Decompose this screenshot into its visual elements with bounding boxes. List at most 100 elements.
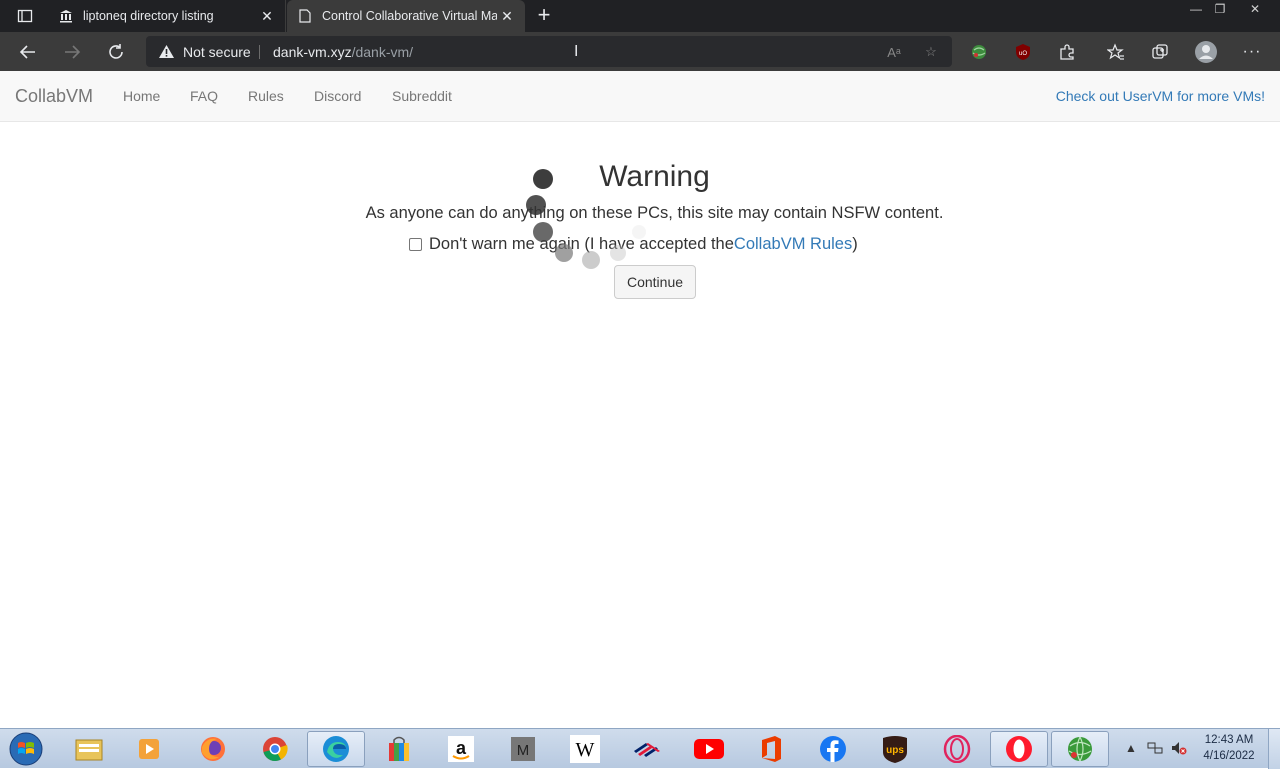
refresh-icon bbox=[109, 44, 123, 59]
tab-collabvm[interactable]: Control Collaborative Virtual Ma ✕ bbox=[287, 0, 525, 32]
web-page: CollabVM Home FAQ Rules Discord Subreddi… bbox=[0, 71, 1280, 728]
opera-gx-icon bbox=[943, 735, 971, 763]
nav-link-subreddit[interactable]: Subreddit bbox=[392, 71, 452, 121]
taskbar-youtube[interactable] bbox=[680, 731, 738, 767]
taskbar-wikipedia[interactable]: W bbox=[556, 731, 614, 767]
start-button[interactable] bbox=[4, 730, 48, 768]
forward-arrow-icon bbox=[65, 45, 81, 59]
restore-button[interactable]: ❐ bbox=[1208, 0, 1232, 18]
bank-of-america-icon bbox=[634, 743, 660, 757]
extensions-button[interactable] bbox=[1053, 38, 1081, 66]
tray-network-icon[interactable] bbox=[1146, 739, 1164, 757]
media-player-icon bbox=[139, 739, 159, 759]
security-indicator[interactable]: Not secure bbox=[158, 36, 251, 67]
taskbar-opera[interactable] bbox=[990, 731, 1048, 767]
tray-expand-arrow-icon[interactable]: ▲ bbox=[1122, 739, 1140, 757]
puzzle-icon bbox=[1060, 44, 1074, 60]
browser-toolbar: Not secure dank-vm.xyz/dank-vm/ I Aᵃ ☆ u… bbox=[0, 32, 1280, 71]
page-icon bbox=[297, 8, 313, 24]
nav-link-faq[interactable]: FAQ bbox=[190, 71, 218, 121]
tab-actions-button[interactable] bbox=[8, 5, 42, 27]
back-arrow-icon bbox=[19, 45, 35, 59]
taskbar-m-app[interactable]: M bbox=[494, 731, 552, 767]
firefox-icon bbox=[201, 737, 225, 761]
profile-button[interactable] bbox=[1192, 38, 1220, 66]
tab-close-icon[interactable]: ✕ bbox=[497, 6, 517, 26]
nav-link-rules[interactable]: Rules bbox=[248, 71, 284, 121]
url-path: /dank-vm/ bbox=[351, 43, 414, 60]
folder-icon bbox=[75, 739, 103, 761]
clock-date: 4/16/2022 bbox=[1203, 750, 1255, 762]
avatar-icon bbox=[1195, 41, 1217, 63]
ups-icon: ups bbox=[883, 736, 907, 763]
taskbar-bank-of-america[interactable] bbox=[618, 731, 676, 767]
back-button[interactable] bbox=[14, 38, 42, 66]
edge-icon bbox=[323, 736, 349, 762]
globe-extension-icon bbox=[972, 45, 986, 59]
close-window-button[interactable]: ✕ bbox=[1243, 0, 1267, 18]
svg-text:M: M bbox=[517, 742, 530, 759]
tab-actions-icon bbox=[17, 9, 33, 23]
dont-warn-checkbox[interactable] bbox=[409, 237, 422, 251]
clock-time: 12:43 AM bbox=[1204, 734, 1254, 746]
taskbar-edge[interactable] bbox=[307, 731, 365, 767]
wikipedia-icon: W bbox=[570, 735, 600, 763]
ublock-button[interactable]: uO bbox=[1009, 38, 1037, 66]
taskbar-opera-gx[interactable] bbox=[928, 731, 986, 767]
taskbar-chrome[interactable] bbox=[246, 731, 304, 767]
taskbar-explorer[interactable] bbox=[60, 731, 118, 767]
taskbar-facebook[interactable] bbox=[804, 731, 862, 767]
address-divider bbox=[259, 45, 260, 59]
svg-text:uO: uO bbox=[1019, 51, 1027, 57]
opera-icon bbox=[1006, 736, 1032, 762]
favorites-star-icon bbox=[1107, 43, 1124, 60]
address-bar[interactable]: Not secure dank-vm.xyz/dank-vm/ I Aᵃ ☆ bbox=[146, 36, 952, 67]
site-navbar: CollabVM Home FAQ Rules Discord Subreddi… bbox=[0, 71, 1280, 122]
settings-menu-button[interactable]: ··· bbox=[1238, 38, 1266, 66]
read-aloud-icon[interactable]: Aᵃ bbox=[884, 42, 904, 62]
minimize-button[interactable]: — bbox=[1184, 0, 1208, 18]
taskbar-clock[interactable]: 12:43 AM 4/16/2022 bbox=[1196, 732, 1262, 764]
taskbar-network-globe[interactable] bbox=[1051, 731, 1109, 767]
tab-directory-listing[interactable]: liptoneq directory listing ✕ bbox=[48, 0, 286, 32]
collections-button[interactable] bbox=[1146, 38, 1174, 66]
collabvm-rules-link[interactable]: CollabVM Rules bbox=[734, 235, 852, 254]
collections-icon bbox=[1152, 44, 1168, 59]
site-brand[interactable]: CollabVM bbox=[15, 71, 93, 121]
taskbar-office[interactable] bbox=[742, 731, 800, 767]
extension-globe-button[interactable] bbox=[965, 38, 993, 66]
url-text[interactable]: dank-vm.xyz/dank-vm/ bbox=[273, 36, 413, 67]
tab-title: liptoneq directory listing bbox=[83, 9, 214, 23]
tab-title: Control Collaborative Virtual Ma bbox=[322, 9, 497, 23]
checkbox-label-suffix: ) bbox=[852, 234, 858, 253]
more-dots-icon: ··· bbox=[1242, 43, 1262, 60]
forward-button[interactable] bbox=[58, 38, 86, 66]
youtube-icon bbox=[694, 739, 724, 759]
taskbar-amazon[interactable]: a bbox=[432, 731, 490, 767]
browser-window: liptoneq directory listing ✕ Control Col… bbox=[0, 0, 1280, 728]
shopping-bag-icon bbox=[389, 736, 409, 761]
svg-text:a: a bbox=[456, 738, 467, 758]
facebook-icon bbox=[820, 736, 846, 762]
tab-close-icon[interactable]: ✕ bbox=[257, 6, 277, 26]
show-desktop-button[interactable] bbox=[1268, 729, 1280, 769]
chrome-icon bbox=[263, 737, 288, 762]
tray-volume-muted-icon[interactable] bbox=[1170, 739, 1188, 757]
tab-strip: liptoneq directory listing ✕ Control Col… bbox=[0, 0, 1280, 32]
taskbar-store[interactable] bbox=[370, 731, 428, 767]
add-favorite-icon[interactable]: ☆ bbox=[921, 42, 941, 62]
nav-link-home[interactable]: Home bbox=[123, 71, 160, 121]
favorites-button[interactable] bbox=[1102, 38, 1130, 66]
warning-triangle-icon bbox=[159, 45, 174, 58]
windows-logo-icon bbox=[9, 732, 43, 766]
taskbar-ups[interactable]: ups bbox=[866, 731, 924, 767]
taskbar-media-player[interactable] bbox=[120, 731, 178, 767]
new-tab-button[interactable]: + bbox=[532, 4, 556, 28]
office-icon bbox=[762, 736, 781, 762]
uservm-link[interactable]: Check out UserVM for more VMs! bbox=[1056, 71, 1265, 121]
nav-link-discord[interactable]: Discord bbox=[314, 71, 361, 121]
refresh-button[interactable] bbox=[102, 38, 130, 66]
m-app-icon: M bbox=[511, 737, 535, 761]
taskbar-firefox[interactable] bbox=[184, 731, 242, 767]
amazon-icon: a bbox=[448, 736, 474, 762]
